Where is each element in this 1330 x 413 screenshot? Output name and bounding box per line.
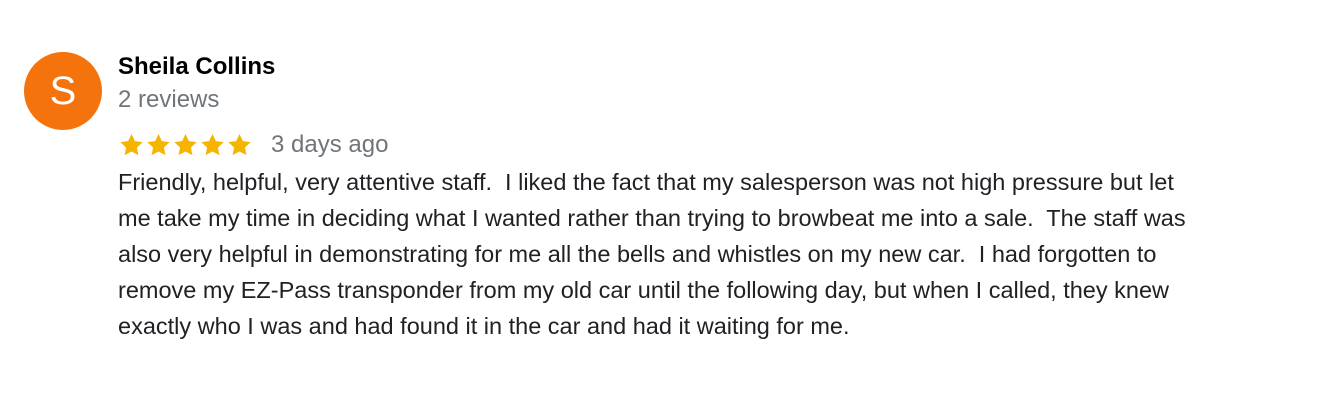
star-icon	[228, 133, 251, 156]
rating-row: 3 days ago	[118, 129, 1314, 161]
star-icon	[120, 133, 143, 156]
avatar-letter: S	[49, 68, 77, 113]
star-icon	[201, 133, 224, 156]
star-icon	[147, 133, 170, 156]
review-content: Sheila Collins 2 reviews 3 days ago Frie…	[118, 52, 1314, 344]
reviewer-name[interactable]: Sheila Collins	[118, 52, 1314, 82]
star-icon	[174, 133, 197, 156]
avatar[interactable]: S	[24, 52, 102, 130]
review-date: 3 days ago	[271, 131, 389, 158]
review-text: Friendly, helpful, very attentive staff.…	[118, 169, 1186, 339]
review-count[interactable]: 2 reviews	[118, 85, 1314, 115]
star-rating	[118, 132, 253, 158]
